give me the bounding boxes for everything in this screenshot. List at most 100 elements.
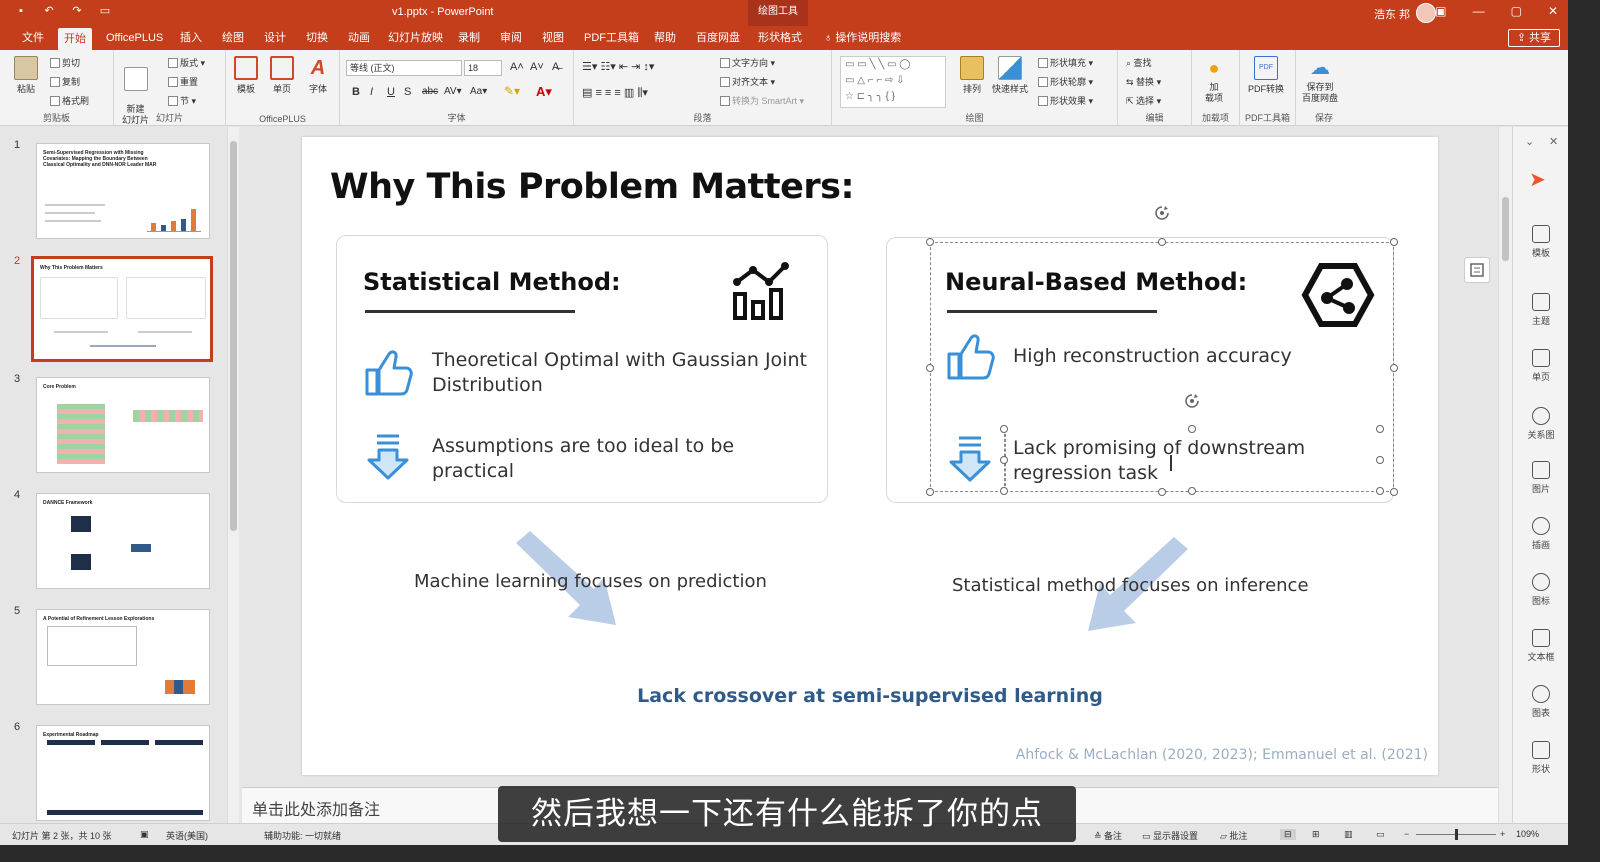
clear-format-button[interactable]: A̶ — [552, 61, 559, 73]
text-direction-button[interactable]: 文字方向 ▾ — [720, 56, 775, 69]
find-button[interactable]: ⌕ 查找 — [1126, 56, 1152, 69]
tab-record[interactable]: 录制 — [452, 26, 486, 50]
stat-focus-note[interactable]: Statistical method focuses on inference — [952, 575, 1309, 596]
char-spacing-button[interactable]: AV▾ — [444, 86, 462, 97]
tab-pdf-tools[interactable]: PDF工具箱 — [578, 26, 645, 50]
resize-handle[interactable] — [1158, 238, 1166, 246]
scrollbar-thumb[interactable] — [1502, 197, 1509, 261]
layout-options-button[interactable] — [1464, 257, 1490, 283]
ribbon-display-button[interactable]: ▣ — [1435, 4, 1446, 18]
align-text-button[interactable]: 对齐文本 ▾ — [720, 75, 775, 88]
panel-collapse-icon[interactable]: ⌄ — [1525, 135, 1534, 148]
resize-handle[interactable] — [926, 238, 934, 246]
tab-draw[interactable]: 绘图 — [216, 26, 250, 50]
format-painter-button[interactable]: 格式刷 — [50, 94, 89, 107]
minimize-button[interactable]: — — [1473, 4, 1485, 18]
panel-item-image[interactable]: 图片 — [1513, 461, 1568, 495]
resize-handle[interactable] — [1158, 488, 1166, 496]
shape-effects-button[interactable]: 形状效果 ▾ — [1038, 94, 1093, 107]
panel-item-chart[interactable]: 图表 — [1513, 685, 1568, 719]
resize-handle[interactable] — [1390, 238, 1398, 246]
smartart-button[interactable]: 转换为 SmartArt ▾ — [720, 94, 804, 107]
section-button[interactable]: 节 ▾ — [168, 94, 196, 107]
font-plus-button[interactable]: A 字体 — [306, 56, 330, 95]
paste-button[interactable]: 粘贴 — [14, 56, 38, 95]
resize-handle[interactable] — [1188, 487, 1196, 495]
tab-view[interactable]: 视图 — [536, 26, 570, 50]
statistical-method-card[interactable]: Statistical Method: Theoretical Optimal … — [336, 235, 828, 503]
panel-item-shape[interactable]: 形状 — [1513, 741, 1568, 775]
panel-item-theme[interactable]: 主题 — [1513, 293, 1568, 327]
bold-button[interactable]: B — [352, 86, 360, 98]
ml-focus-note[interactable]: Machine learning focuses on prediction — [414, 571, 767, 592]
save-icon[interactable]: ▪ — [14, 4, 28, 18]
resize-handle[interactable] — [1000, 456, 1008, 464]
highlight-button[interactable]: ✎▾ — [504, 84, 520, 98]
panel-item-icons[interactable]: 图标 — [1513, 573, 1568, 607]
replace-button[interactable]: ⇆ 替换 ▾ — [1126, 75, 1161, 88]
resize-handle[interactable] — [1390, 488, 1398, 496]
tab-insert[interactable]: 插入 — [174, 26, 208, 50]
spellcheck-icon[interactable]: ▣ — [140, 829, 149, 840]
crossover-statement[interactable]: Lack crossover at semi-supervised learni… — [302, 685, 1438, 707]
select-button[interactable]: ⇱ 选择 ▾ — [1126, 94, 1161, 107]
pdf-convert-button[interactable]: PDF PDF转换 — [1248, 56, 1284, 95]
maximize-button[interactable]: ▢ — [1511, 4, 1522, 18]
slide-title[interactable]: Why This Problem Matters: — [330, 167, 854, 207]
redo-icon[interactable]: ↷ — [70, 4, 84, 18]
resize-handle[interactable] — [1376, 425, 1384, 433]
addins-button[interactable]: ● 加 载项 — [1202, 56, 1226, 104]
strikethrough-button[interactable]: abc — [422, 86, 438, 97]
tell-me-search[interactable]: ♁ 操作说明搜索 — [818, 26, 907, 50]
tab-review[interactable]: 审阅 — [494, 26, 528, 50]
slide-scrollbar[interactable] — [1498, 127, 1512, 823]
change-case-button[interactable]: Aa▾ — [470, 86, 487, 97]
accessibility-status[interactable]: 辅助功能: 一切就绪 — [264, 829, 341, 842]
shadow-button[interactable]: S — [404, 86, 411, 98]
normal-view-button[interactable]: ⊟ — [1280, 829, 1296, 840]
cut-button[interactable]: 剪切 — [50, 56, 80, 69]
citation-text[interactable]: Ahfock & McLachlan (2020, 2023); Emmanue… — [1016, 747, 1428, 763]
zoom-level[interactable]: 109% — [1516, 829, 1539, 839]
zoom-out-button[interactable]: − — [1404, 829, 1409, 839]
reading-view-button[interactable]: ▥ — [1344, 829, 1353, 840]
shrink-font-button[interactable]: A˅ — [530, 61, 544, 73]
slideshow-button[interactable]: ▭ — [1376, 829, 1385, 840]
shapes-gallery[interactable]: ▭ ▭ ╲ ╲ ▭ ◯ ▭ △ ⌐ ⌐ ⇨ ⇩ ☆ ⊏ ╮ ╮ { } — [840, 56, 946, 108]
resize-handle[interactable] — [1188, 425, 1196, 433]
bullets-button[interactable]: ☰▾ ☷▾ ⇤ ⇥ ↕▾ — [582, 60, 654, 73]
copy-button[interactable]: 复制 — [50, 75, 80, 88]
panel-item-single[interactable]: 单页 — [1513, 349, 1568, 383]
underline-button[interactable]: U — [387, 86, 395, 98]
slide-canvas[interactable]: Why This Problem Matters: Statistical Me… — [302, 137, 1490, 775]
zoom-slider-knob[interactable] — [1455, 829, 1458, 840]
close-button[interactable]: ✕ — [1548, 4, 1558, 18]
italic-button[interactable]: I — [370, 86, 373, 98]
tab-baidu-netdisk[interactable]: 百度网盘 — [690, 26, 746, 50]
tab-home[interactable]: 开始 — [58, 28, 92, 50]
resize-handle[interactable] — [926, 488, 934, 496]
shape-fill-button[interactable]: 形状填充 ▾ — [1038, 56, 1093, 69]
tab-design[interactable]: 设计 — [258, 26, 292, 50]
font-size-select[interactable]: 18 — [464, 60, 502, 76]
grow-font-button[interactable]: A˄ — [510, 61, 524, 73]
tab-officeplus[interactable]: OfficePLUS — [100, 26, 169, 50]
rotate-handle-icon[interactable] — [1154, 205, 1170, 221]
tab-slideshow[interactable]: 幻灯片放映 — [382, 26, 449, 50]
panel-item-illustration[interactable]: 插画 — [1513, 517, 1568, 551]
slide-thumbnail-3[interactable]: Core Problem — [36, 377, 210, 473]
group-selection-outline[interactable] — [930, 242, 1394, 492]
display-settings-button[interactable]: ▭ 显示器设置 — [1142, 829, 1198, 842]
language-indicator[interactable]: 英语(美国) — [166, 829, 208, 842]
avatar[interactable] — [1416, 3, 1436, 23]
zoom-in-button[interactable]: + — [1500, 829, 1505, 839]
shape-outline-button[interactable]: 形状轮廓 ▾ — [1038, 75, 1093, 88]
user-name[interactable]: 浩东 邦 — [1374, 6, 1410, 22]
resize-handle[interactable] — [1000, 487, 1008, 495]
resize-handle[interactable] — [926, 364, 934, 372]
resize-handle[interactable] — [1376, 456, 1384, 464]
slide-thumbnail-4[interactable]: DANNCE Framework — [36, 493, 210, 589]
font-name-select[interactable]: 等线 (正文) — [346, 60, 462, 76]
tab-help[interactable]: 帮助 — [648, 26, 682, 50]
undo-icon[interactable]: ↶ — [42, 4, 56, 18]
